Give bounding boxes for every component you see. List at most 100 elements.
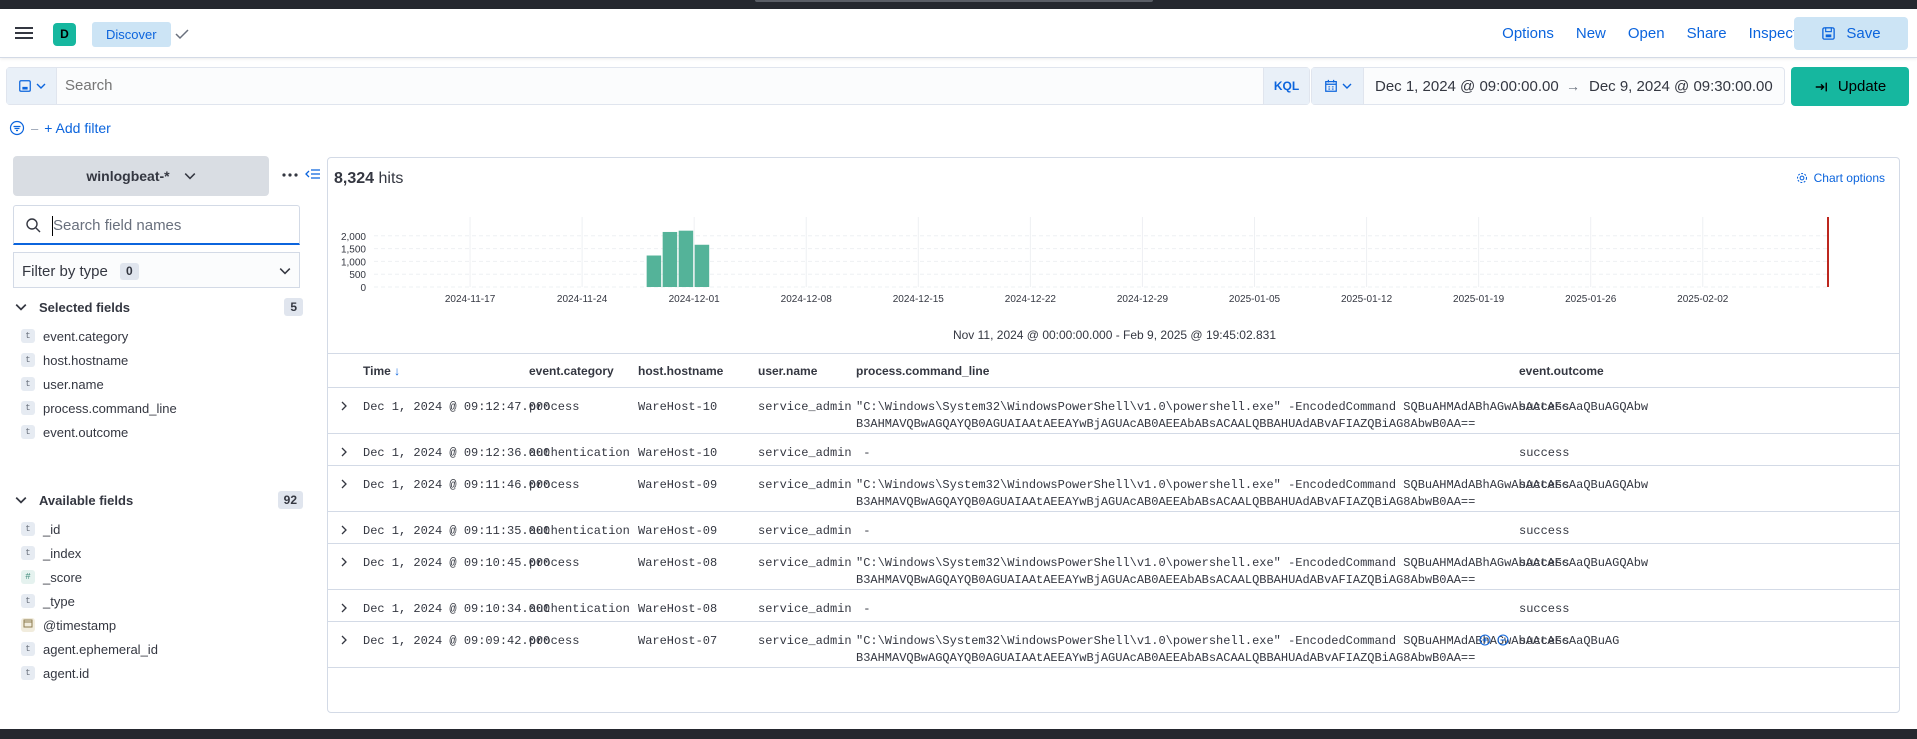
field-name: process.command_line	[43, 400, 177, 416]
filter-type-count: 0	[120, 263, 139, 280]
chart-options-button[interactable]: Chart options	[1796, 171, 1885, 185]
open-link[interactable]: Open	[1628, 25, 1665, 42]
available-field-item[interactable]: t _id	[21, 518, 301, 540]
filter-for-value-icon[interactable]	[1479, 634, 1491, 646]
hits-label: hits	[378, 170, 404, 187]
date-picker: Dec 1, 2024 @ 09:00:00.00 → Dec 9, 2024 …	[1311, 67, 1785, 105]
more-options-icon[interactable]	[282, 172, 298, 178]
column-user-name[interactable]: user.name	[758, 364, 817, 378]
chevron-down-icon	[184, 173, 195, 180]
expand-row-icon[interactable]	[339, 401, 349, 411]
filter-by-type-button[interactable]: Filter by type 0	[13, 252, 300, 288]
filter-by-type-label: Filter by type	[22, 263, 108, 280]
space-avatar[interactable]: D	[53, 23, 76, 46]
cell-user-name: service_admin	[758, 400, 852, 414]
kql-toggle[interactable]: KQL	[1263, 68, 1309, 104]
expand-row-icon[interactable]	[339, 447, 349, 457]
browser-top-strip	[0, 0, 1917, 9]
field-name: event.outcome	[43, 424, 129, 440]
expand-row-icon[interactable]	[339, 525, 349, 535]
table-row[interactable]: Dec 1, 2024 @ 09:12:36.000 authentication…	[328, 434, 1899, 466]
cell-host-hostname: WareHost-09	[638, 524, 718, 538]
available-field-item[interactable]: # _score	[21, 566, 301, 588]
quick-select-button[interactable]	[1312, 68, 1364, 104]
column-event-category[interactable]: event.category	[529, 364, 614, 378]
filter-icon[interactable]	[9, 120, 25, 136]
column-event-outcome[interactable]: event.outcome	[1519, 364, 1604, 378]
chevron-down-icon	[36, 83, 45, 89]
saved-query-button[interactable]	[7, 68, 57, 104]
breadcrumb-discover[interactable]: Discover	[92, 22, 171, 47]
cell-host-hostname: WareHost-07	[638, 634, 718, 648]
field-name: user.name	[43, 376, 104, 392]
collapse-sidebar-icon[interactable]	[305, 166, 321, 182]
filter-row: – + Add filter	[9, 118, 111, 138]
table-row[interactable]: Dec 1, 2024 @ 09:10:45.000 process WareHos…	[328, 544, 1899, 590]
available-fields-count: 92	[277, 491, 303, 509]
sort-down-icon[interactable]: ↓	[394, 364, 400, 378]
histogram-bar[interactable]	[678, 230, 694, 287]
table-row[interactable]: Dec 1, 2024 @ 09:10:34.000 authentication…	[328, 590, 1899, 622]
cell-process-command-line: -	[856, 602, 871, 616]
table-header: Time ↓ event.category host.hostname user…	[328, 353, 1899, 388]
table-row[interactable]: Dec 1, 2024 @ 09:09:42.000 process WareHos…	[328, 622, 1899, 668]
available-field-item[interactable]: t agent.id	[21, 662, 301, 684]
field-name: _id	[43, 521, 61, 537]
results-panel: 8,324 hits Chart options 2,000 1,500 1,000…	[327, 157, 1900, 713]
x-tick-label: 2024-12-01	[669, 294, 721, 305]
x-tick-label: 2024-12-15	[893, 294, 945, 305]
menu-icon[interactable]	[14, 24, 34, 44]
selected-field-item[interactable]: t user.name	[21, 373, 301, 395]
string-type-icon: t	[21, 594, 35, 608]
share-link[interactable]: Share	[1687, 25, 1727, 42]
add-filter-button[interactable]: + Add filter	[44, 120, 111, 136]
search-input[interactable]	[65, 77, 1165, 94]
expand-row-icon[interactable]	[339, 635, 349, 645]
available-field-item[interactable]: t _index	[21, 542, 301, 564]
available-field-item[interactable]: @timestamp	[21, 614, 301, 636]
expand-row-icon[interactable]	[339, 479, 349, 489]
start-date[interactable]: Dec 1, 2024 @ 09:00:00.00	[1375, 78, 1559, 95]
available-fields-header[interactable]: Available fields 92	[15, 491, 303, 511]
column-process-command-line[interactable]: process.command_line	[856, 364, 989, 378]
filter-out-value-icon[interactable]	[1497, 634, 1509, 646]
column-host-hostname[interactable]: host.hostname	[638, 364, 723, 378]
cell-event-outcome: success	[1519, 602, 1570, 616]
expand-row-icon[interactable]	[339, 603, 349, 613]
expand-row-icon[interactable]	[339, 557, 349, 567]
save-button[interactable]: Save	[1794, 17, 1908, 50]
available-field-item[interactable]: t _type	[21, 590, 301, 612]
cell-event-outcome: success	[1519, 634, 1570, 648]
options-link[interactable]: Options	[1502, 25, 1554, 42]
column-time-label: Time	[363, 364, 391, 378]
table-row[interactable]: Dec 1, 2024 @ 09:11:35.000 authentication…	[328, 512, 1899, 544]
string-type-icon: t	[21, 377, 35, 391]
selected-fields-header[interactable]: Selected fields 5	[15, 298, 303, 318]
inspect-link[interactable]: Inspect	[1749, 25, 1797, 42]
histogram-bar[interactable]	[662, 231, 678, 287]
available-field-item[interactable]: t agent.ephemeral_id	[21, 638, 301, 660]
cell-time: Dec 1, 2024 @ 09:10:45.000	[363, 556, 551, 570]
end-date[interactable]: Dec 9, 2024 @ 09:30:00.00	[1589, 78, 1773, 95]
x-tick-label: 2025-01-05	[1229, 294, 1281, 305]
chevron-down-icon	[15, 497, 27, 504]
selected-field-item[interactable]: t host.hostname	[21, 349, 301, 371]
table-row[interactable]: Dec 1, 2024 @ 09:12:47.000 process WareHos…	[328, 388, 1899, 434]
histogram-bar[interactable]	[694, 244, 710, 287]
selected-field-item[interactable]: t process.command_line	[21, 397, 301, 419]
histogram-bar[interactable]	[646, 255, 662, 287]
update-button[interactable]: Update	[1791, 67, 1909, 106]
date-type-icon	[21, 618, 35, 632]
chevron-down-icon	[279, 268, 291, 275]
cell-user-name: service_admin	[758, 634, 852, 648]
cell-time: Dec 1, 2024 @ 09:09:42.000	[363, 634, 551, 648]
table-row[interactable]: Dec 1, 2024 @ 09:11:46.000 process WareHos…	[328, 466, 1899, 512]
field-search-input[interactable]: Search field names	[13, 205, 300, 245]
x-tick-label: 2025-02-02	[1677, 294, 1729, 305]
index-pattern-selector[interactable]: winlogbeat-*	[13, 156, 269, 196]
field-name: event.category	[43, 328, 129, 344]
selected-field-item[interactable]: t event.outcome	[21, 421, 301, 443]
column-time[interactable]: Time ↓	[363, 364, 400, 378]
selected-field-item[interactable]: t event.category	[21, 325, 301, 347]
new-link[interactable]: New	[1576, 25, 1606, 42]
